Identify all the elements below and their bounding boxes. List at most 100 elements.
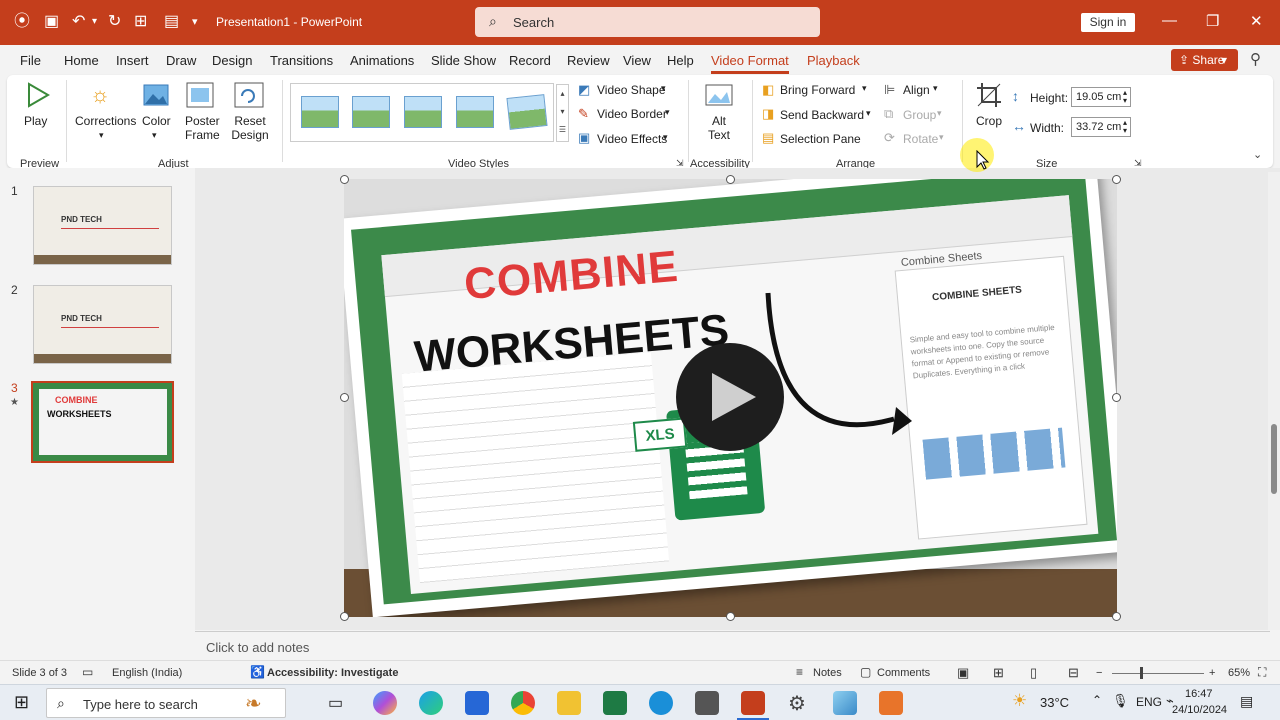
copilot-icon[interactable] (373, 691, 397, 715)
clock-time[interactable]: 16:47 (1185, 688, 1213, 700)
send-backward-button[interactable]: Send Backward (780, 108, 864, 122)
excel-taskbar-icon[interactable] (603, 691, 627, 715)
group-button[interactable]: Group (903, 108, 936, 122)
sign-in-button[interactable]: Sign in (1081, 13, 1135, 32)
play-icon[interactable] (26, 82, 50, 108)
share-button[interactable]: ⇪ Share ▾ (1171, 49, 1238, 71)
video-styles-gallery[interactable] (290, 83, 554, 142)
play-button[interactable]: Play (24, 114, 47, 128)
app-icon[interactable] (833, 691, 857, 715)
spelling-icon[interactable]: ▭ (82, 665, 93, 679)
accessibility-status[interactable]: Accessibility: Investigate (267, 667, 398, 679)
zoom-slider[interactable] (1112, 673, 1204, 674)
undo-icon[interactable]: ↶ (72, 12, 85, 32)
tab-help[interactable]: Help (667, 53, 694, 68)
tab-design[interactable]: Design (212, 53, 252, 68)
resize-handle[interactable] (340, 393, 349, 402)
tab-record[interactable]: Record (509, 53, 551, 68)
alt-text-button[interactable]: Alt Text (708, 114, 730, 142)
comments-button[interactable]: Comments (877, 667, 930, 679)
edge-icon[interactable] (419, 691, 443, 715)
zoom-out-icon[interactable]: − (1096, 667, 1102, 679)
width-input[interactable]: 33.72 cm ▴ ▾ (1071, 117, 1131, 137)
tab-review[interactable]: Review (567, 53, 610, 68)
align-button[interactable]: Align (903, 83, 930, 97)
customize-toolbar-icon[interactable]: ▾ (192, 12, 198, 32)
height-input[interactable]: 19.05 cm ▴ ▾ (1071, 87, 1131, 107)
crop-button[interactable]: Crop (976, 114, 1002, 128)
resize-handle[interactable] (1112, 393, 1121, 402)
app-icon[interactable] (879, 691, 903, 715)
save-icon[interactable]: ▣ (44, 12, 59, 32)
notifications-icon[interactable]: ▤ (1240, 693, 1253, 710)
video-shape-dropdown-icon[interactable]: ▾ (661, 83, 666, 94)
color-button[interactable]: Color (142, 114, 171, 128)
video-border-dropdown-icon[interactable]: ▾ (665, 107, 670, 118)
tab-home[interactable]: Home (64, 53, 99, 68)
normal-view-icon[interactable]: ▣ (957, 665, 969, 681)
tab-video-format[interactable]: Video Format (711, 53, 789, 74)
group-dropdown-icon[interactable]: ▾ (937, 108, 942, 119)
send-backward-dropdown-icon[interactable]: ▾ (866, 108, 871, 119)
file-explorer-icon[interactable] (557, 691, 581, 715)
tab-animations[interactable]: Animations (350, 53, 414, 68)
slide-canvas[interactable]: Combine Sheets COMBINE SHEETS Simple and… (344, 179, 1117, 617)
close-icon[interactable]: ✕ (1250, 12, 1263, 30)
tray-expand-icon[interactable]: ⌃ (1092, 693, 1102, 707)
video-style-thumbnail[interactable] (352, 96, 390, 128)
task-view-icon[interactable]: ▭ (328, 693, 343, 713)
tab-slide-show[interactable]: Slide Show (431, 53, 496, 68)
rotate-dropdown-icon[interactable]: ▾ (939, 132, 944, 143)
chrome-icon[interactable] (511, 691, 535, 715)
scrollbar-thumb[interactable] (1271, 424, 1277, 494)
video-effects-button[interactable]: Video Effects (597, 132, 667, 146)
video-shape-button[interactable]: Video Shape (597, 83, 666, 97)
fit-to-window-icon[interactable]: ⛶ (1258, 665, 1266, 680)
zoom-slider-thumb[interactable] (1140, 667, 1143, 679)
store-icon[interactable] (465, 691, 489, 715)
powerpoint-taskbar-icon[interactable] (741, 691, 765, 715)
maps-icon[interactable] (649, 691, 673, 715)
bring-forward-dropdown-icon[interactable]: ▾ (862, 83, 867, 94)
media-player-icon[interactable] (695, 691, 719, 715)
resize-handle[interactable] (1112, 175, 1121, 184)
slide-thumbnail-2[interactable]: PND TECH (33, 285, 172, 364)
tab-view[interactable]: View (623, 53, 651, 68)
resize-handle[interactable] (340, 175, 349, 184)
resize-handle[interactable] (1112, 612, 1121, 621)
video-style-thumbnail[interactable] (456, 96, 494, 128)
zoom-in-icon[interactable]: + (1209, 667, 1215, 679)
color-dropdown-icon[interactable]: ▾ (152, 128, 157, 142)
windows-start-icon[interactable]: ⊞ (14, 692, 29, 713)
width-spinner-icon[interactable]: ▴ ▾ (1123, 119, 1127, 135)
taskbar-search[interactable]: ⌕ Type here to search ❧ (46, 688, 286, 718)
minimize-icon[interactable]: — (1162, 12, 1177, 29)
tab-playback[interactable]: Playback (807, 53, 860, 68)
poster-frame-button[interactable]: Poster Frame (185, 114, 220, 142)
video-border-button[interactable]: Video Border (597, 107, 667, 121)
video-play-button[interactable] (676, 343, 784, 451)
selection-pane-button[interactable]: Selection Pane (780, 132, 861, 146)
slide-thumbnail-1[interactable]: PND TECH (33, 186, 172, 265)
tab-file[interactable]: File (20, 53, 41, 68)
slide-show-icon[interactable]: ⊟ (1068, 665, 1079, 681)
present-icon[interactable]: ⊞ (134, 12, 147, 32)
align-dropdown-icon[interactable]: ▾ (933, 83, 938, 94)
gallery-scroll[interactable]: ▴ ▾ ☰ (556, 84, 569, 142)
tab-draw[interactable]: Draw (166, 53, 196, 68)
reading-view-icon[interactable]: ▯ (1030, 665, 1037, 681)
temperature[interactable]: 33°C (1040, 695, 1069, 710)
resize-handle[interactable] (340, 612, 349, 621)
slide-thumbnail-3[interactable]: COMBINE WORKSHEETS (31, 381, 174, 463)
slide-sorter-icon[interactable]: ⊞ (993, 665, 1004, 681)
resize-handle[interactable] (726, 175, 735, 184)
undo-dropdown-icon[interactable]: ▾ (92, 12, 97, 32)
rotate-button[interactable]: Rotate (903, 132, 938, 146)
bring-forward-button[interactable]: Bring Forward (780, 83, 855, 97)
zoom-level[interactable]: 65% (1228, 667, 1250, 679)
weather-icon[interactable]: ☀ (1012, 691, 1027, 711)
resize-handle[interactable] (726, 612, 735, 621)
tab-transitions[interactable]: Transitions (270, 53, 333, 68)
video-style-thumbnail[interactable] (404, 96, 442, 128)
corrections-dropdown-icon[interactable]: ▾ (99, 128, 104, 142)
